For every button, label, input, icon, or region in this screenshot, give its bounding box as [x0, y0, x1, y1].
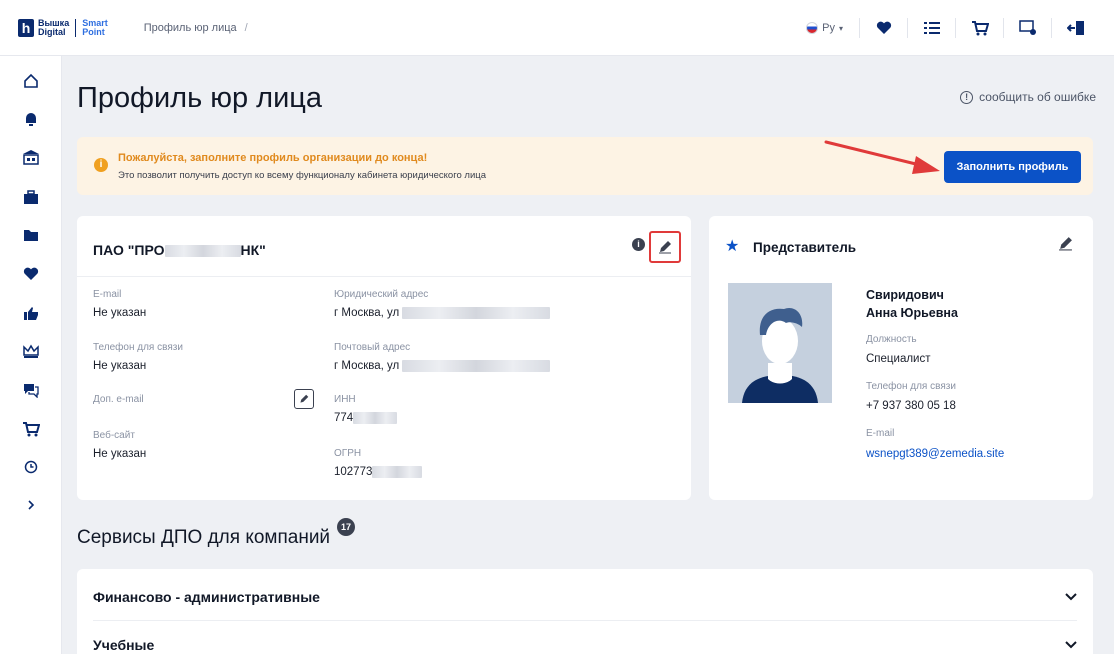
alert-text: Это позволит получить доступ ко всему фу… [118, 170, 486, 181]
avatar [728, 283, 832, 403]
edit-extra-email-button[interactable] [294, 389, 314, 409]
top-actions: Ру ▾ [806, 0, 1100, 56]
postal-address-text: г Москва, ул [334, 360, 400, 373]
position-label: Должность [866, 334, 917, 345]
redacted-text [402, 360, 551, 372]
report-error-label: сообщить об ошибке [979, 90, 1096, 104]
logo-mark: h [18, 18, 34, 37]
home-icon[interactable] [0, 66, 62, 96]
fill-profile-button[interactable]: Заполнить профиль [944, 151, 1081, 183]
website-label: Веб-сайт [93, 430, 135, 441]
inn-text: 774 [334, 412, 354, 425]
legal-address-value: г Москва, ул [334, 307, 551, 320]
chevron-down-icon [1065, 641, 1077, 649]
report-error-link[interactable]: ! сообщить об ошибке [960, 90, 1096, 104]
caret-down-icon: ▾ [838, 23, 843, 33]
phone-label: Телефон для связи [93, 342, 183, 353]
services-accordion: Финансово - административные Учебные [77, 569, 1093, 654]
website-value: Не указан [93, 448, 147, 460]
ogrn-label: ОГРН [334, 448, 362, 459]
postal-address-value: г Москва, ул [334, 360, 551, 373]
organization-card: ПАО "ПРО НК" i E-mail Не указан Телефон д… [77, 216, 691, 500]
accordion-item-label: Учебные [93, 637, 155, 653]
info-icon[interactable]: i [632, 238, 645, 251]
logo-line2: Digital [38, 26, 66, 37]
logout-icon[interactable] [1052, 18, 1100, 38]
chevron-right-icon[interactable] [0, 490, 62, 520]
cart-icon[interactable] [0, 414, 62, 444]
rep-email-link[interactable]: wsnepgt389@zemedia.site [866, 448, 1004, 460]
postal-address-label: Почтовый адрес [334, 342, 411, 353]
extra-email-label: Доп. e-mail [93, 394, 144, 405]
phone-value: Не указан [93, 360, 147, 372]
chevron-down-icon [1065, 592, 1077, 600]
page-title: Профиль юр лица [77, 82, 323, 114]
organization-name-start: ПАО "ПРО [93, 242, 165, 258]
position-value: Специалист [866, 353, 931, 365]
representative-title: Представитель [753, 240, 857, 255]
breadcrumb-separator: / [244, 21, 248, 34]
list-icon[interactable] [908, 18, 956, 38]
pencil-icon [659, 241, 671, 254]
representative-card: ★ Представитель Свиридович Анна Юрьевна … [709, 216, 1093, 500]
email-value: Не указан [93, 307, 147, 319]
accordion-item[interactable]: Учебные [93, 621, 1077, 654]
chat-icon[interactable] [0, 375, 62, 405]
redacted-text [353, 412, 398, 424]
brand-logo[interactable]: h Вышка Digital Smart Point [18, 18, 108, 37]
certificate-icon[interactable] [1004, 18, 1052, 38]
ogrn-text: 102773 [334, 466, 373, 479]
legal-address-text: г Москва, ул [334, 307, 400, 320]
info-icon: i [94, 158, 108, 172]
thumbs-up-icon[interactable] [0, 298, 62, 328]
inn-value: 774 [334, 412, 398, 425]
bell-icon[interactable] [0, 104, 62, 134]
building-icon[interactable] [0, 142, 62, 172]
services-title: Сервисы ДПО для компаний [77, 527, 331, 548]
star-icon: ★ [725, 238, 740, 255]
edit-organization-button[interactable] [649, 231, 681, 263]
clock-icon[interactable] [0, 452, 62, 482]
edit-representative-button[interactable] [1058, 236, 1073, 256]
card-divider [77, 276, 691, 277]
redacted-text [402, 307, 551, 319]
annotation-arrow [824, 140, 940, 174]
organization-name-end: НК" [240, 242, 266, 258]
logo-line4: Point [82, 26, 105, 37]
pencil-icon [1059, 237, 1072, 251]
cart-icon[interactable] [956, 18, 1004, 38]
flag-icon [806, 22, 819, 34]
sidebar [0, 56, 62, 654]
representative-surname: Свиридович [866, 288, 944, 302]
redacted-text [164, 245, 241, 258]
breadcrumb: Профиль юр лица / [144, 22, 248, 34]
representative-name: Свиридович Анна Юрьевна [866, 286, 958, 322]
breadcrumb-current[interactable]: Профиль юр лица [144, 22, 237, 34]
heart-icon[interactable] [0, 259, 62, 289]
language-select[interactable]: Ру ▾ [806, 18, 860, 38]
email-label: E-mail [93, 289, 122, 300]
briefcase-icon[interactable] [0, 182, 62, 212]
folder-icon[interactable] [0, 220, 62, 250]
redacted-text [372, 466, 423, 478]
ogrn-value: 102773 [334, 466, 423, 479]
heart-icon[interactable] [860, 18, 908, 38]
services-count-badge: 17 [337, 518, 355, 536]
inn-label: ИНН [334, 394, 356, 405]
organization-name: ПАО "ПРО НК" [93, 242, 266, 258]
accordion-item-label: Финансово - административные [93, 588, 320, 605]
top-bar: h Вышка Digital Smart Point Профиль юр л… [0, 0, 1114, 56]
alert-circle-icon: ! [960, 90, 974, 104]
pencil-icon [300, 394, 309, 403]
rep-phone-label: Телефон для связи [866, 381, 956, 392]
crown-icon[interactable] [0, 336, 62, 366]
logo-separator [75, 18, 77, 37]
legal-address-label: Юридический адрес [334, 289, 429, 300]
accordion-item[interactable]: Финансово - административные [93, 573, 1077, 621]
rep-email-label: E-mail [866, 428, 895, 439]
alert-title: Пожалуйста, заполните профиль организаци… [118, 152, 428, 164]
representative-given-name: Анна Юрьевна [866, 306, 958, 320]
rep-phone-value: +7 937 380 05 18 [866, 400, 956, 412]
language-label: Ру [822, 22, 835, 34]
